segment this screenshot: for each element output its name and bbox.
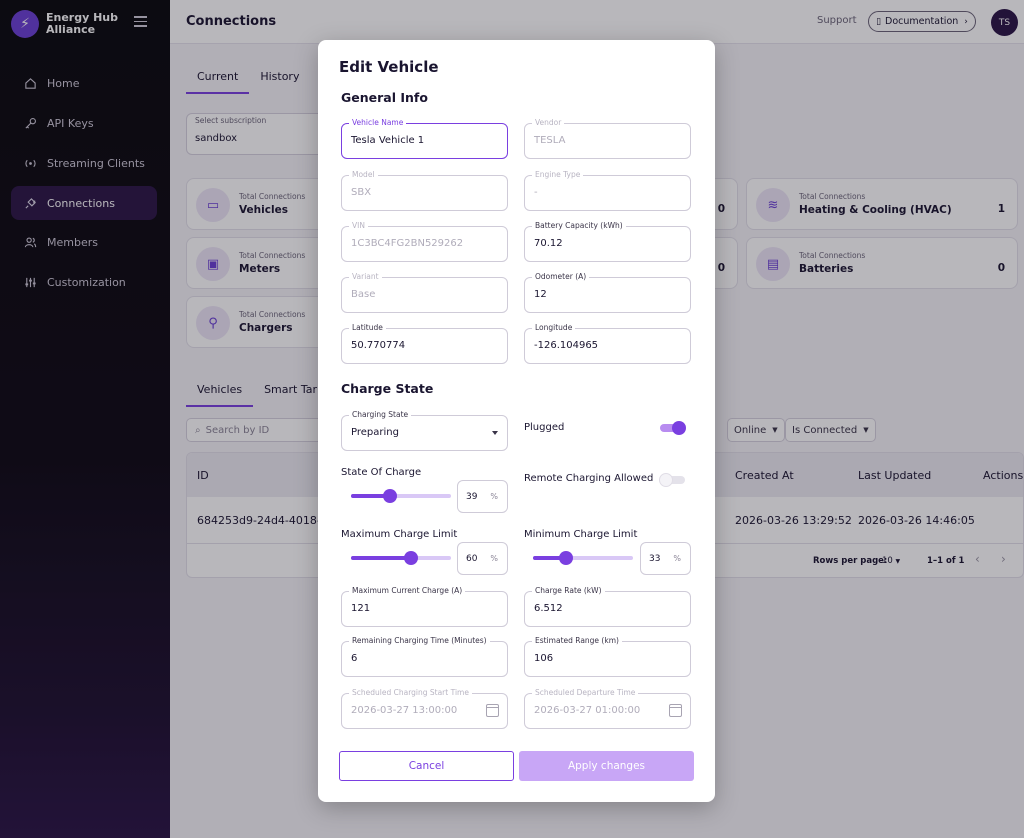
field-label: Charging State xyxy=(349,410,412,419)
plugged-toggle[interactable] xyxy=(660,421,686,435)
state-of-charge-slider[interactable] xyxy=(351,489,451,503)
slider-thumb[interactable] xyxy=(404,551,418,565)
pct-value: 39 xyxy=(466,492,478,502)
field-label: Engine Type xyxy=(532,170,584,179)
field-label: VIN xyxy=(349,221,368,230)
remaining-time-field[interactable]: Remaining Charging Time (Minutes) 6 xyxy=(341,636,508,677)
field-value: 121 xyxy=(351,603,371,614)
min-charge-limit-input[interactable]: 33 % xyxy=(640,542,691,575)
vin-field: VIN 1C3BC4FG2BN529262 xyxy=(341,221,508,262)
max-charge-limit-label: Maximum Charge Limit xyxy=(341,529,458,540)
field-value: 2026-03-27 01:00:00 xyxy=(534,705,641,716)
plugged-label: Plugged xyxy=(524,422,565,433)
charge-state-title: Charge State xyxy=(341,381,434,396)
field-value: 106 xyxy=(534,653,554,664)
model-field: Model SBX xyxy=(341,170,508,211)
field-label: Odometer (A) xyxy=(532,272,590,281)
state-of-charge-input[interactable]: 39 % xyxy=(457,480,508,513)
field-value: 12 xyxy=(534,289,547,300)
field-value: 6.512 xyxy=(534,603,563,614)
field-label: Remaining Charging Time (Minutes) xyxy=(349,636,490,645)
max-current-field[interactable]: Maximum Current Charge (A) 121 xyxy=(341,586,508,627)
charge-rate-field[interactable]: Charge Rate (kW) 6.512 xyxy=(524,586,691,627)
engine-type-field: Engine Type - xyxy=(524,170,691,211)
field-value: 6 xyxy=(351,653,358,664)
remote-charging-label: Remote Charging Allowed xyxy=(524,473,654,484)
max-charge-limit-slider[interactable] xyxy=(351,551,451,565)
field-value: TESLA xyxy=(534,135,566,146)
field-value: 1C3BC4FG2BN529262 xyxy=(351,238,464,249)
field-value: - xyxy=(534,187,538,198)
min-charge-limit-label: Minimum Charge Limit xyxy=(524,529,638,540)
field-value: SBX xyxy=(351,187,372,198)
field-label: Vendor xyxy=(532,118,565,127)
max-charge-limit-input[interactable]: 60 % xyxy=(457,542,508,575)
edit-vehicle-dialog: Edit Vehicle General Info Vehicle Name T… xyxy=(318,40,715,802)
field-label: Scheduled Departure Time xyxy=(532,688,639,697)
variant-field: Variant Base xyxy=(341,272,508,313)
dialog-title: Edit Vehicle xyxy=(339,58,439,76)
field-value: 50.770774 xyxy=(351,340,406,351)
field-label: Battery Capacity (kWh) xyxy=(532,221,626,230)
estimated-range-field[interactable]: Estimated Range (km) 106 xyxy=(524,636,691,677)
field-value: 2026-03-27 13:00:00 xyxy=(351,705,458,716)
state-of-charge-label: State Of Charge xyxy=(341,467,422,478)
cancel-button[interactable]: Cancel xyxy=(339,751,514,781)
calendar-icon xyxy=(669,704,682,717)
caret-down-icon xyxy=(492,431,498,435)
battery-capacity-field[interactable]: Battery Capacity (kWh) 70.12 xyxy=(524,221,691,262)
field-label: Scheduled Charging Start Time xyxy=(349,688,472,697)
field-value: -126.104965 xyxy=(534,340,599,351)
remote-charging-toggle[interactable] xyxy=(659,473,685,487)
pct-unit: % xyxy=(673,554,681,563)
field-label: Latitude xyxy=(349,323,386,332)
latitude-field[interactable]: Latitude 50.770774 xyxy=(341,323,508,364)
field-label: Maximum Current Charge (A) xyxy=(349,586,466,595)
scheduled-departure-field: Scheduled Departure Time 2026-03-27 01:0… xyxy=(524,688,691,729)
apply-changes-button[interactable]: Apply changes xyxy=(519,751,694,781)
vendor-field: Vendor TESLA xyxy=(524,118,691,159)
pct-value: 33 xyxy=(649,554,661,564)
slider-thumb[interactable] xyxy=(559,551,573,565)
field-value: Preparing xyxy=(351,427,399,438)
field-value: Base xyxy=(351,289,376,300)
general-info-title: General Info xyxy=(341,90,428,105)
field-label: Longitude xyxy=(532,323,576,332)
field-label: Variant xyxy=(349,272,382,281)
min-charge-limit-slider[interactable] xyxy=(533,551,633,565)
longitude-field[interactable]: Longitude -126.104965 xyxy=(524,323,691,364)
odometer-field[interactable]: Odometer (A) 12 xyxy=(524,272,691,313)
vehicle-name-field[interactable]: Vehicle Name Tesla Vehicle 1 xyxy=(341,118,508,159)
field-label: Charge Rate (kW) xyxy=(532,586,605,595)
slider-thumb[interactable] xyxy=(383,489,397,503)
scheduled-start-field: Scheduled Charging Start Time 2026-03-27… xyxy=(341,688,508,729)
field-label: Estimated Range (km) xyxy=(532,636,622,645)
pct-unit: % xyxy=(490,554,498,563)
pct-unit: % xyxy=(490,492,498,501)
pct-value: 60 xyxy=(466,554,478,564)
charging-state-select[interactable]: Charging State Preparing xyxy=(341,410,508,451)
field-label: Model xyxy=(349,170,378,179)
calendar-icon xyxy=(486,704,499,717)
field-value: 70.12 xyxy=(534,238,563,249)
field-value: Tesla Vehicle 1 xyxy=(351,135,425,146)
field-label: Vehicle Name xyxy=(349,118,407,127)
